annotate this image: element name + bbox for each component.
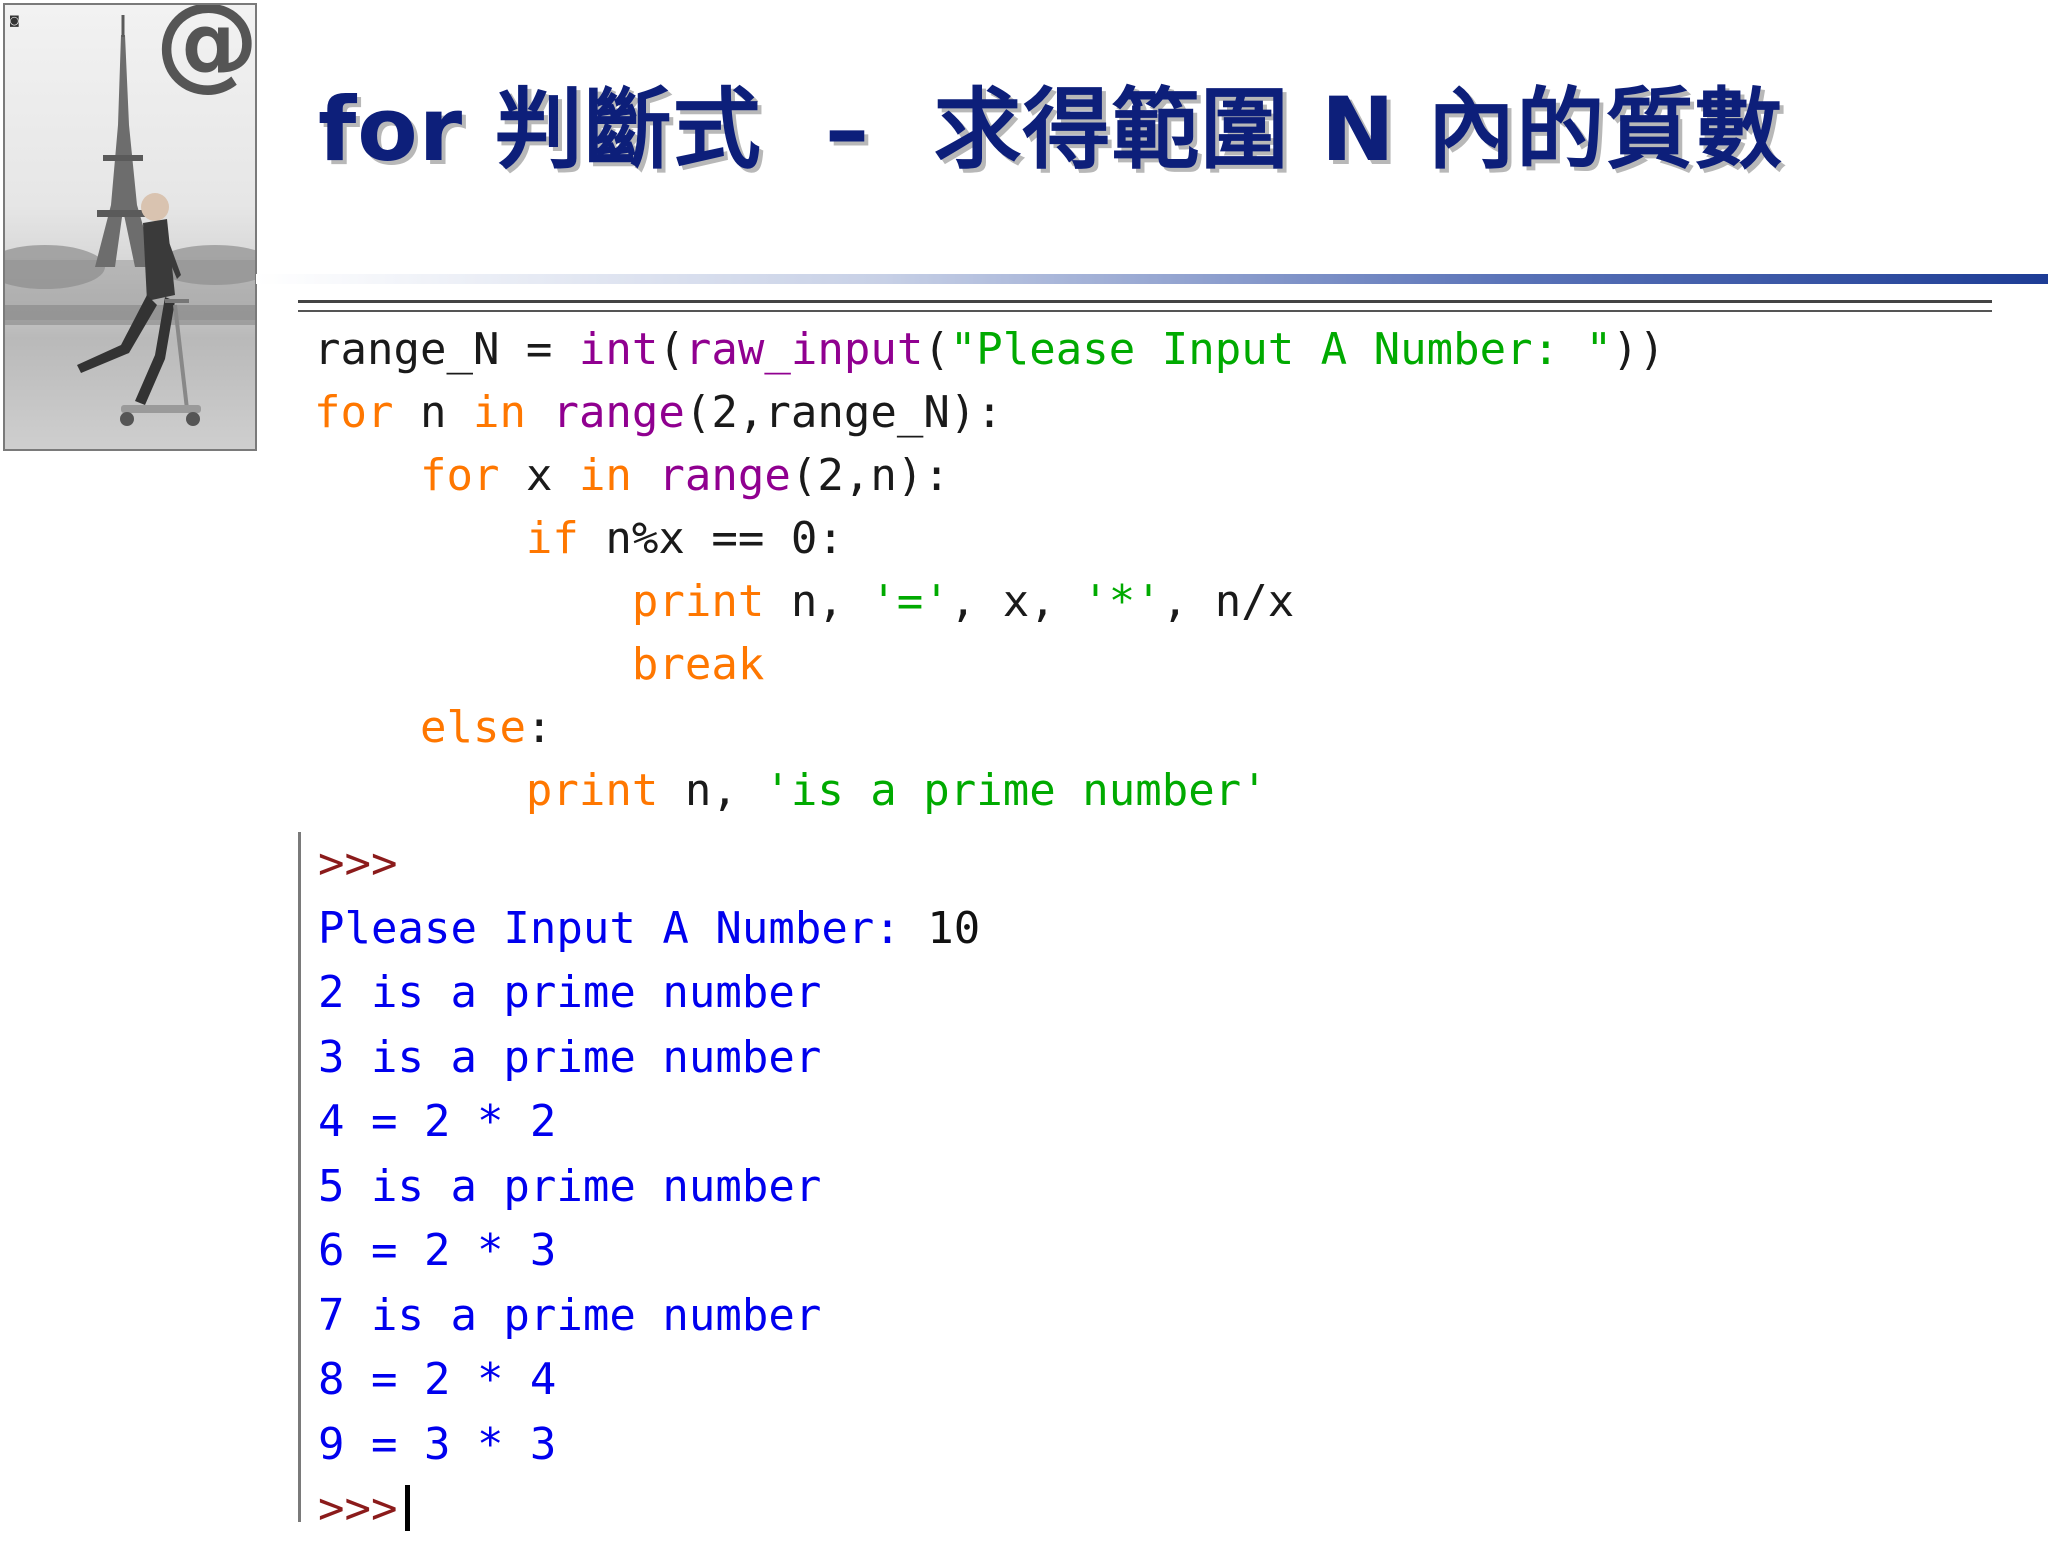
code-token: break [631, 639, 765, 690]
code-token: 'is a prime number' [764, 765, 1268, 816]
shell-output-line: 7 is a prime number [318, 1289, 822, 1341]
code-line: range_N = int(raw_input("Please Input A … [314, 318, 1665, 381]
code-token: '=' [870, 576, 950, 627]
shell-output-line: 5 is a prime number [318, 1160, 822, 1212]
shell-output-line: 6 = 2 * 3 [318, 1225, 557, 1276]
eiffel-tower-photo: ◙ @ [3, 3, 257, 451]
code-line: else: [314, 696, 1665, 759]
code-token: x [499, 450, 579, 501]
code-frame [298, 300, 1992, 312]
code-token: else [419, 702, 526, 753]
code-line: print n, 'is a prime number' [314, 759, 1665, 822]
shell-output-line: 8 = 2 * 4 [318, 1354, 557, 1405]
code-token: raw_input [684, 324, 924, 375]
small-logo-icon: ◙ [9, 14, 20, 27]
code-token: if [525, 513, 579, 564]
shell-input-prompt: Please Input A Number: [318, 902, 928, 954]
code-token: print [631, 576, 765, 627]
code-token: n [393, 387, 473, 438]
code-line: break [314, 633, 1665, 696]
code-token: (2,n): [790, 450, 950, 501]
shell-input-value: 10 [927, 902, 981, 954]
code-token: in [472, 387, 526, 438]
shell-prompt: >>> [318, 1483, 398, 1534]
code-token: , n/x [1161, 576, 1295, 627]
code-token: range [658, 450, 791, 501]
shell-prompt-line: >>> [318, 832, 980, 897]
code-token: (2,range_N): [684, 387, 1003, 438]
code-token: "Please Input A Number: " [949, 324, 1613, 375]
code-token: n, [658, 765, 765, 816]
code-token: for [419, 450, 500, 501]
shell-input-line: Please Input A Number: 10 [318, 897, 980, 962]
code-token: '*' [1082, 576, 1162, 627]
code-token: int [578, 324, 659, 375]
shell-output-line: 3 is a prime number [318, 1031, 822, 1083]
code-token: ( [923, 324, 950, 375]
title-divider [256, 274, 2048, 284]
code-token: : [525, 702, 553, 753]
at-logo: @ [155, 3, 257, 102]
shell-output-line: 4 = 2 * 2 [318, 1096, 557, 1147]
code-token: n, [764, 576, 871, 627]
code-token: print [525, 765, 659, 816]
code-token: in [578, 450, 632, 501]
code-token: range_N = [314, 324, 579, 375]
text-cursor [405, 1485, 411, 1531]
code-token: )) [1612, 324, 1666, 375]
code-line: for n in range(2,range_N): [314, 381, 1665, 444]
shell-prompt: >>> [318, 838, 398, 889]
shell-border [298, 832, 301, 1522]
shell-prompt-line[interactable]: >>> [318, 1477, 980, 1542]
code-line: if n%x == 0: [314, 507, 1665, 570]
code-token: range [552, 387, 685, 438]
shell-output-line: 2 is a prime number [318, 967, 822, 1018]
code-block: range_N = int(raw_input("Please Input A … [314, 318, 1665, 822]
shell-output: >>> Please Input A Number: 10 2 is a pri… [318, 832, 980, 1542]
code-line: for x in range(2,n): [314, 444, 1665, 507]
slide-title: for 判斷式 – 求得範圍 N 內的質數 [318, 78, 1784, 181]
code-token: ( [658, 324, 685, 375]
code-token: , x, [949, 576, 1083, 627]
code-token: for [314, 387, 394, 438]
code-line: print n, '=', x, '*', n/x [314, 570, 1665, 633]
shell-output-line: 9 = 3 * 3 [318, 1418, 557, 1470]
code-token: n%x == 0: [578, 513, 844, 564]
